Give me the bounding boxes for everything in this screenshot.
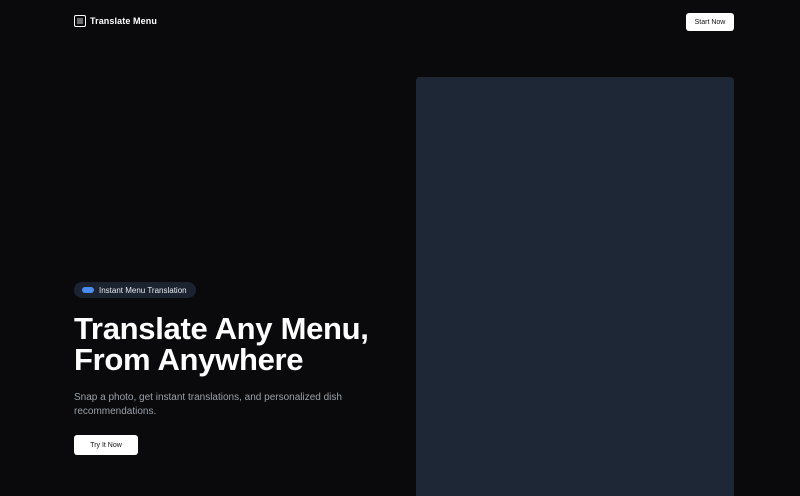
hero-title-line-1: Translate Any Menu,: [74, 311, 369, 346]
try-it-now-button[interactable]: Try It Now: [74, 435, 138, 455]
brand-name: Translate Menu: [90, 16, 157, 26]
brand[interactable]: Translate Menu: [74, 15, 157, 27]
site-header: Translate Menu Start Now: [0, 0, 800, 44]
hero-title: Translate Any Menu, From Anywhere: [74, 313, 369, 375]
hero-title-line-2: From Anywhere: [74, 342, 304, 377]
hero-subtitle: Snap a photo, get instant translations, …: [74, 392, 342, 417]
badge-text: Instant Menu Translation: [99, 285, 187, 295]
start-now-button[interactable]: Start Now: [686, 13, 734, 31]
hero-image-panel: [416, 77, 734, 496]
feature-badge: Instant Menu Translation: [74, 282, 196, 298]
utensils-icon: [74, 15, 86, 27]
toggle-pill-icon: [82, 287, 94, 293]
